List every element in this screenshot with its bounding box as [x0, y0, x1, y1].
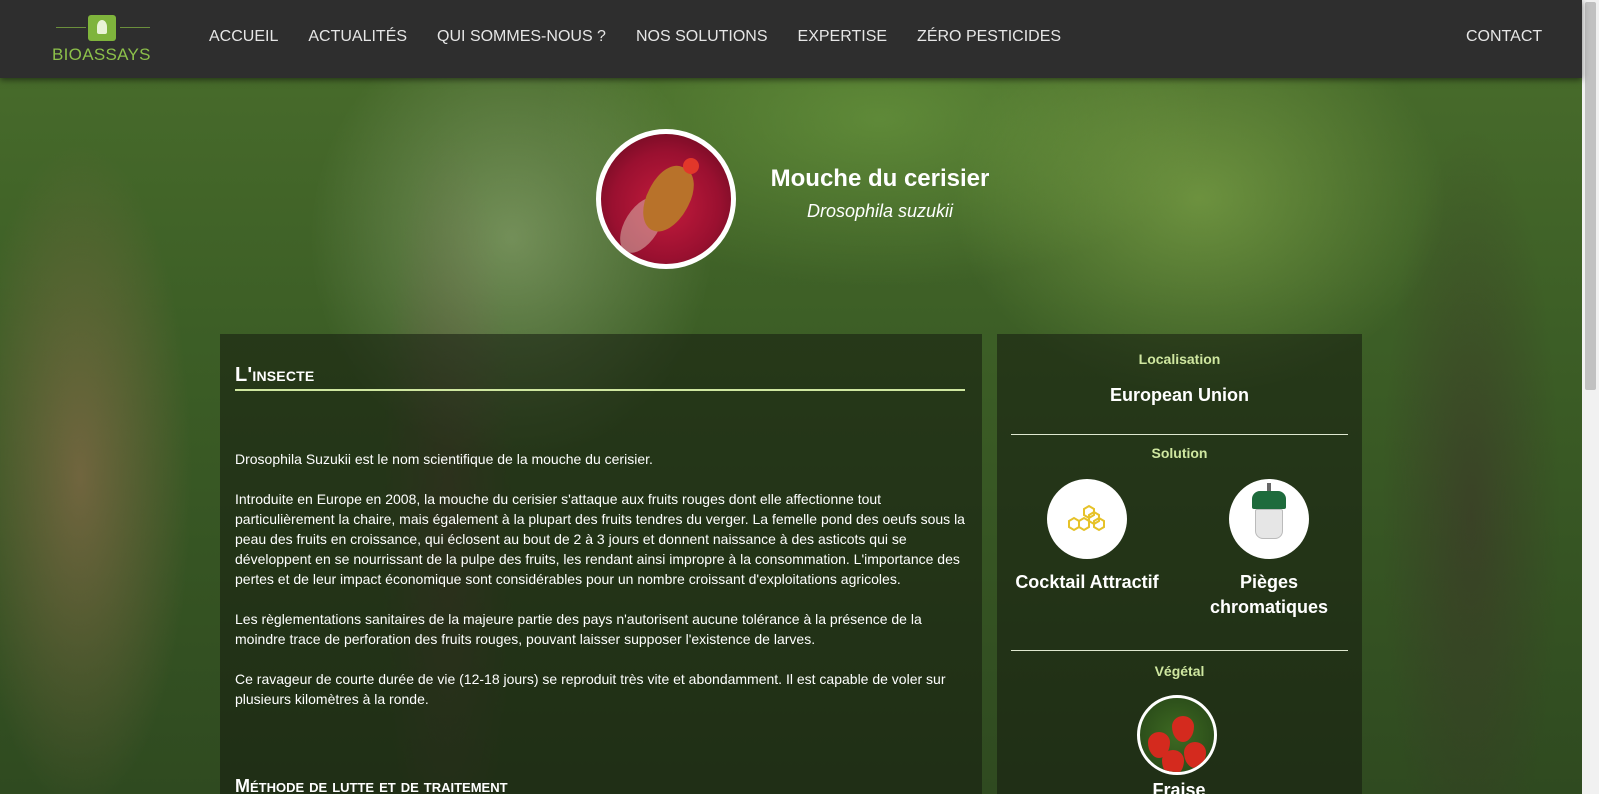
logo-line-left	[56, 27, 86, 28]
logo-text-bio: BIO	[52, 45, 83, 64]
bioassays-logo[interactable]: BIOASSAYS	[52, 14, 154, 64]
fly-eye	[683, 158, 699, 174]
scientific-name: Drosophila suzukii	[806, 201, 954, 221]
insect-description-panel: L'insecte Drosophila Suzukii est le nom …	[220, 334, 982, 794]
logo-text: BIOASSAYS	[52, 45, 151, 65]
nav-actualites[interactable]: ACTUALITÉS	[308, 28, 407, 46]
insect-description: Drosophila Suzukii est le nom scientifiq…	[235, 449, 970, 709]
paragraph: Ce ravageur de courte durée de vie (12-1…	[235, 671, 946, 707]
nav-accueil[interactable]: ACCUEIL	[209, 28, 278, 46]
trap-lid	[1252, 491, 1286, 509]
nav-expertise[interactable]: EXPERTISE	[798, 28, 888, 46]
paragraph: Introduite en Europe en 2008, la mouche …	[235, 491, 965, 587]
section-title-insecte: L'insecte	[235, 364, 965, 391]
main-nav: ACCUEIL ACTUALITÉS QUI SOMMES-NOUS ? NOS…	[209, 28, 1061, 46]
info-sidebar: Localisation European Union Solution Coc…	[997, 334, 1362, 794]
insect-photo	[596, 129, 736, 269]
page-scrollbar[interactable]	[1582, 0, 1599, 794]
localisation-label: Localisation	[1138, 351, 1221, 367]
trap-icon[interactable]	[1229, 479, 1309, 559]
solution-label: Solution	[1151, 445, 1208, 461]
honeycomb-svg	[1068, 504, 1105, 532]
logo-line-right	[120, 27, 150, 28]
divider	[1011, 650, 1348, 651]
solution-cocktail-label[interactable]: Cocktail Attractif	[1007, 570, 1167, 595]
paragraph: Drosophila Suzukii est le nom scientifiq…	[235, 451, 653, 467]
berry	[1172, 716, 1194, 742]
nav-zero-pesticides[interactable]: ZÉRO PESTICIDES	[917, 28, 1061, 46]
logo-leaf-icon	[88, 15, 116, 41]
localisation-value: European Union	[1110, 385, 1249, 405]
logo-text-assays: ASSAYS	[82, 45, 151, 64]
berry	[1184, 742, 1206, 768]
vegetal-label: Végétal	[1154, 663, 1205, 679]
section-title-methode: Méthode de lutte et de traitement	[235, 776, 508, 794]
nav-nos-solutions[interactable]: NOS SOLUTIONS	[636, 28, 768, 46]
scrollbar-thumb[interactable]	[1585, 2, 1596, 390]
trap-body	[1255, 509, 1283, 539]
nav-qui-sommes-nous[interactable]: QUI SOMMES-NOUS ?	[437, 28, 606, 46]
berry	[1162, 750, 1184, 772]
vegetal-value[interactable]: Fraise	[1089, 780, 1269, 794]
nav-contact[interactable]: CONTACT	[1466, 28, 1542, 46]
honeycomb-icon[interactable]	[1047, 479, 1127, 559]
page-title: Mouche du cerisier	[770, 165, 990, 192]
divider	[1011, 434, 1348, 435]
paragraph: Les règlementations sanitaires de la maj…	[235, 611, 922, 647]
strawberry-icon[interactable]	[1137, 695, 1217, 775]
solution-pieges-label[interactable]: Pièges chromatiques	[1189, 570, 1349, 620]
site-header: BIOASSAYS ACCUEIL ACTUALITÉS QUI SOMMES-…	[0, 0, 1582, 78]
